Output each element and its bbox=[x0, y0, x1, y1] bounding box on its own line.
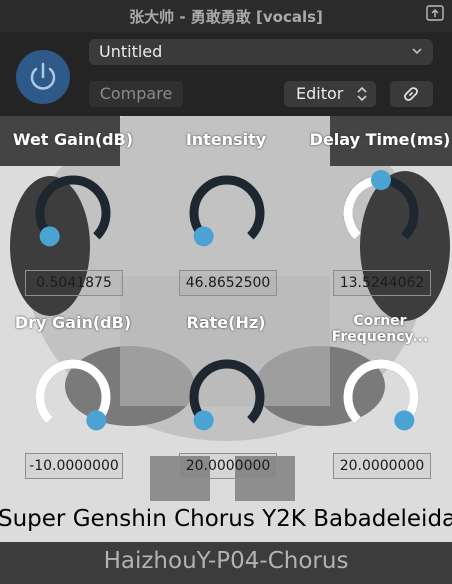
link-icon bbox=[404, 87, 418, 101]
dry-gain-label: Dry Gain(dB) bbox=[14, 313, 132, 332]
rate-label: Rate(Hz) bbox=[186, 313, 266, 332]
plugin-name: HaizhouY-P04-Chorus bbox=[103, 548, 349, 574]
window-title: 张大帅 - 勇敢勇敢 [vocals] bbox=[129, 8, 323, 26]
view-mode-label: Editor bbox=[296, 84, 344, 103]
wet-gain-knob[interactable] bbox=[28, 168, 118, 258]
link-button[interactable] bbox=[390, 81, 433, 107]
corner-frequency-value[interactable]: 20.0000000 bbox=[333, 453, 431, 479]
dry-gain-knob[interactable] bbox=[28, 352, 118, 442]
plugin-banner: Super Genshin Chorus Y2K Babadeleida bbox=[0, 506, 452, 532]
corner-frequency-knob[interactable] bbox=[336, 352, 426, 442]
dry-gain-value[interactable]: -10.0000000 bbox=[25, 453, 123, 479]
delay-time-value[interactable]: 13.5244062 bbox=[333, 270, 431, 296]
intensity-label: Intensity bbox=[185, 130, 267, 149]
knob-handle[interactable] bbox=[39, 226, 60, 247]
preset-dropdown[interactable]: Untitled bbox=[89, 39, 433, 65]
chevron-down-icon bbox=[412, 48, 422, 55]
wet-gain-label: Wet Gain(dB) bbox=[12, 130, 134, 149]
share-icon[interactable] bbox=[426, 5, 444, 21]
knob-handle[interactable] bbox=[394, 410, 415, 431]
wet-gain-value[interactable]: 0.5041875 bbox=[25, 270, 123, 296]
delay-time-label: Delay Time(ms) bbox=[309, 130, 451, 149]
intensity-knob[interactable] bbox=[182, 168, 272, 258]
view-mode-dropdown[interactable]: Editor bbox=[284, 81, 376, 107]
corner-frequency-label: Corner Frequency... bbox=[331, 313, 429, 345]
knob-handle[interactable] bbox=[371, 170, 391, 190]
plugin-name-bar: HaizhouY-P04-Chorus bbox=[0, 542, 452, 584]
compare-button[interactable]: Compare bbox=[89, 81, 183, 107]
rate-knob[interactable] bbox=[182, 352, 272, 442]
up-down-icon bbox=[357, 86, 367, 102]
rate-value[interactable]: 20.0000000 bbox=[179, 453, 277, 479]
host-toolbar: Untitled Compare Editor bbox=[0, 32, 452, 116]
knob-handle[interactable] bbox=[193, 226, 214, 247]
knob-handle[interactable] bbox=[193, 410, 214, 431]
power-button[interactable] bbox=[16, 50, 70, 104]
plugin-editor: Wet Gain(dB) Intensity Delay Time(ms) 0.… bbox=[0, 116, 452, 542]
delay-time-knob[interactable] bbox=[336, 168, 426, 258]
power-icon bbox=[30, 62, 56, 90]
title-bar: 张大帅 - 勇敢勇敢 [vocals] bbox=[0, 0, 452, 32]
preset-name: Untitled bbox=[99, 42, 163, 61]
knob-handle[interactable] bbox=[86, 410, 107, 431]
intensity-value[interactable]: 46.8652500 bbox=[179, 270, 277, 296]
